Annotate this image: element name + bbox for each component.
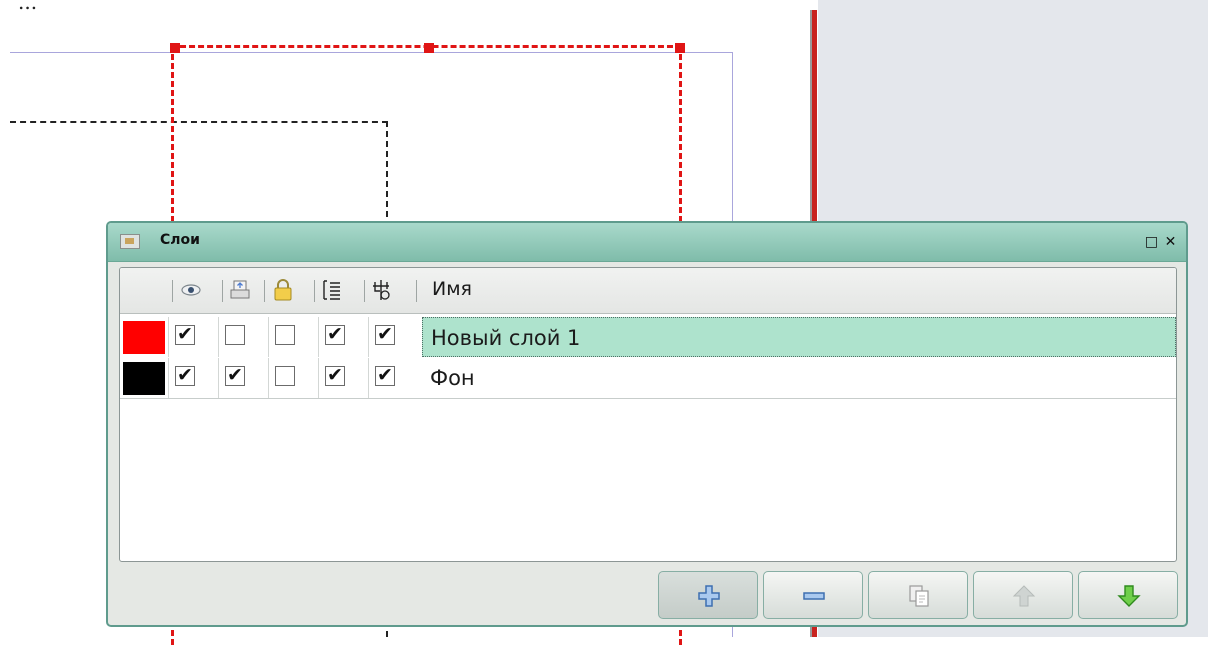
document-text-fragment: ...	[18, 0, 38, 14]
lower-layer-icon	[1117, 585, 1141, 607]
layer-toolbar	[108, 566, 1186, 625]
flow-checkbox[interactable]: ✔	[325, 325, 345, 345]
locked-checkbox[interactable]	[275, 325, 295, 345]
outline-checkbox[interactable]: ✔	[375, 366, 395, 386]
dialog-title: Слои	[160, 232, 200, 248]
layers-dialog: Слои □ ✕ Имя ✔ ✔ ✔ Новый слой 1 ✔ ✔ ✔ ✔ …	[106, 221, 1188, 627]
add-layer-button[interactable]	[658, 571, 758, 619]
duplicate-layer-button[interactable]	[868, 571, 968, 619]
table-header: Имя	[120, 268, 1176, 314]
raise-layer-icon	[1012, 585, 1036, 607]
printable-checkbox[interactable]: ✔	[225, 366, 245, 386]
layer-color-swatch[interactable]	[123, 362, 165, 395]
restore-button[interactable]: □	[1143, 234, 1160, 251]
layers-window-icon	[120, 234, 140, 249]
layer-row[interactable]: ✔ ✔ ✔ Новый слой 1	[120, 317, 1176, 357]
dialog-titlebar[interactable]: Слои □ ✕	[108, 223, 1186, 262]
remove-layer-icon	[803, 592, 825, 600]
flow-checkbox[interactable]: ✔	[325, 366, 345, 386]
layer-color-swatch[interactable]	[123, 321, 165, 354]
layer-name[interactable]: Фон	[422, 358, 1176, 398]
printable-checkbox[interactable]	[225, 325, 245, 345]
lock-icon[interactable]	[272, 278, 294, 302]
remove-layer-button[interactable]	[763, 571, 863, 619]
layer-row[interactable]: ✔ ✔ ✔ ✔ Фон	[120, 358, 1176, 399]
duplicate-layer-icon	[909, 585, 929, 607]
name-column-header[interactable]: Имя	[432, 278, 472, 300]
resize-handle-top-left[interactable]	[170, 43, 180, 53]
layer-name[interactable]: Новый слой 1	[422, 317, 1176, 357]
layers-table: Имя ✔ ✔ ✔ Новый слой 1 ✔ ✔ ✔ ✔ Фон	[119, 267, 1177, 562]
eye-icon[interactable]	[180, 278, 202, 302]
outline-icon[interactable]	[370, 278, 392, 302]
lower-layer-button[interactable]	[1078, 571, 1178, 619]
flow-icon[interactable]	[321, 278, 343, 302]
add-layer-icon	[698, 585, 720, 607]
visible-checkbox[interactable]: ✔	[175, 325, 195, 345]
close-button[interactable]: ✕	[1162, 234, 1179, 251]
raise-layer-button[interactable]	[973, 571, 1073, 619]
resize-handle-top[interactable]	[424, 43, 434, 53]
resize-handle-top-right[interactable]	[675, 43, 685, 53]
visible-checkbox[interactable]: ✔	[175, 366, 195, 386]
locked-checkbox[interactable]	[275, 366, 295, 386]
print-icon[interactable]	[229, 278, 251, 302]
outline-checkbox[interactable]: ✔	[375, 325, 395, 345]
